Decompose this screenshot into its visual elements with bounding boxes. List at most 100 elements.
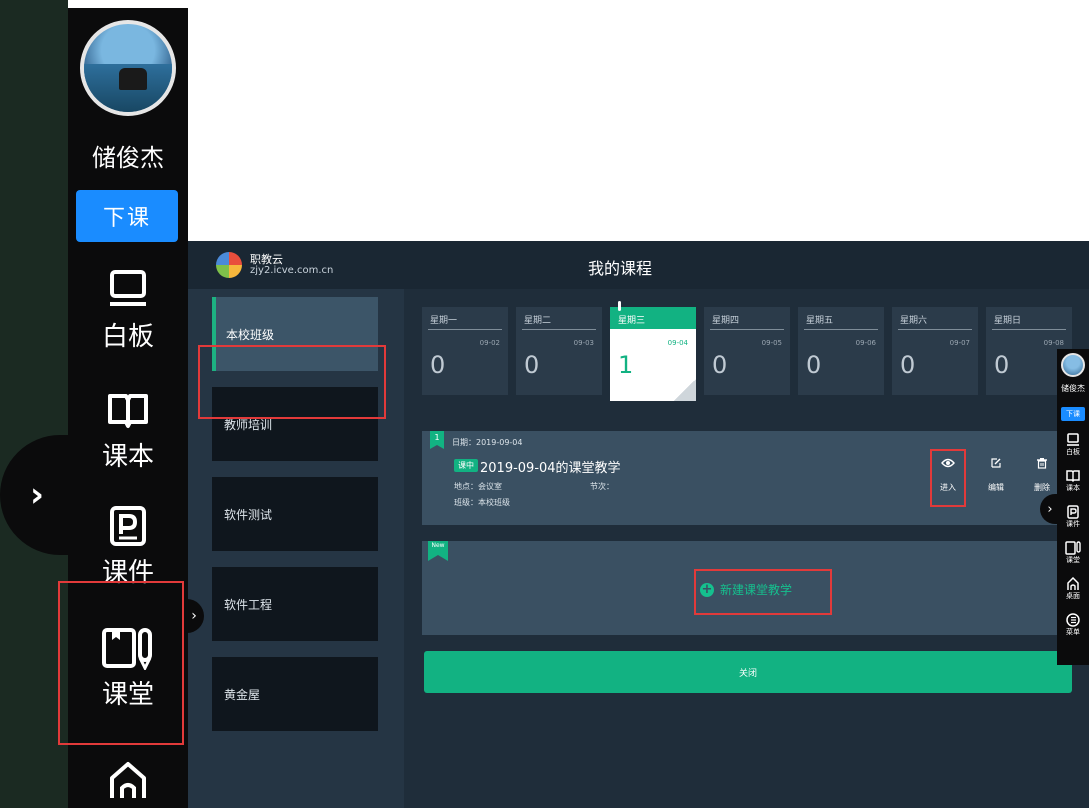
- day-divider: [898, 329, 972, 330]
- day-date: 09-05: [761, 339, 782, 347]
- edit-label: 编辑: [988, 483, 1004, 492]
- mini-tool-label: 菜单: [1066, 628, 1080, 636]
- sidebar-item-software-engineering[interactable]: 软件工程: [212, 567, 378, 641]
- mini-tool-courseware[interactable]: 课件: [1057, 505, 1089, 529]
- tool-label: 课本: [101, 442, 154, 472]
- day-friday[interactable]: 星期五 09-06 0: [798, 307, 884, 395]
- chevron-right-icon: ›: [191, 608, 197, 624]
- sidebar-item-software-testing[interactable]: 软件测试: [212, 477, 378, 551]
- day-wednesday[interactable]: 星期三 09-04 1: [610, 301, 696, 401]
- tool-courseware[interactable]: 课件: [68, 504, 188, 589]
- day-name: 星期五: [806, 316, 834, 326]
- new-flag: New: [428, 541, 448, 561]
- delete-button[interactable]: 删除: [1025, 457, 1059, 494]
- day-count: 0: [524, 351, 540, 379]
- app-header: 职教云 zjy2.icve.com.cn 我的课程: [188, 241, 1089, 289]
- book-icon: [108, 394, 148, 428]
- page-curl: [674, 379, 696, 401]
- mini-avatar[interactable]: [1061, 353, 1085, 377]
- courseware-icon: [110, 506, 146, 546]
- day-name: 星期一: [430, 316, 458, 326]
- day-divider: [522, 329, 596, 330]
- day-thursday[interactable]: 星期四 09-05 0: [704, 307, 790, 395]
- mini-teaching-toolbar: 储俊杰 下课 白板 课本 课件 课堂 桌面 菜单: [1057, 349, 1089, 665]
- highlight-local-class: [198, 345, 386, 419]
- day-count: 0: [430, 351, 446, 379]
- mini-tool-label: 课堂: [1066, 556, 1080, 564]
- calendar-pin-icon: [618, 301, 621, 311]
- mini-tool-classroom[interactable]: 课堂: [1057, 541, 1089, 565]
- mini-tool-label: 桌面: [1066, 592, 1080, 600]
- delete-label: 删除: [1034, 483, 1050, 492]
- whiteboard-icon: [1067, 433, 1079, 446]
- day-name: 星期六: [900, 316, 928, 326]
- tool-textbook[interactable]: 课本: [68, 388, 188, 473]
- page-title: 我的课程: [588, 259, 653, 278]
- new-lesson-card: New + 新建课堂教学: [422, 541, 1074, 635]
- day-date: 09-07: [949, 339, 970, 347]
- avatar[interactable]: [80, 20, 176, 116]
- tool-home[interactable]: [68, 758, 188, 802]
- day-count: 1: [618, 351, 634, 379]
- app-window: 职教云 zjy2.icve.com.cn 我的课程 本校班级 教师培训 软件测试…: [184, 241, 1089, 808]
- edit-icon: [991, 458, 1001, 468]
- menu-icon: [1066, 613, 1080, 627]
- day-divider: [710, 329, 784, 330]
- home-icon: [1067, 577, 1079, 590]
- mini-tool-whiteboard[interactable]: 白板: [1057, 433, 1089, 457]
- sidebar-item-golden-house[interactable]: 黄金屋: [212, 657, 378, 731]
- day-count: 0: [994, 351, 1010, 379]
- day-divider: [992, 329, 1066, 330]
- day-date: 09-08: [1043, 339, 1064, 347]
- lesson-period: 节次：: [590, 482, 614, 491]
- logo-url: zjy2.icve.com.cn: [250, 265, 334, 276]
- home-icon: [110, 762, 146, 798]
- course-content: 星期一 09-02 0 星期二 09-03 0 星期三 09-04 1 星期四: [404, 289, 1089, 808]
- sidebar-collapse-button[interactable]: ›: [184, 599, 204, 633]
- mini-tool-label: 课件: [1066, 520, 1080, 528]
- screen: 储俊杰 下课 白板 课本 课件 课堂 › 职教云 zjy2.icve.com.c…: [0, 0, 1089, 808]
- day-name: 星期日: [994, 316, 1022, 326]
- edit-button[interactable]: 编辑: [979, 457, 1013, 494]
- classroom-icon: [1065, 541, 1081, 555]
- day-date: 09-02: [479, 339, 500, 347]
- day-saturday[interactable]: 星期六 09-07 0: [892, 307, 978, 395]
- mini-tool-label: 白板: [1066, 448, 1080, 456]
- day-date: 09-06: [855, 339, 876, 347]
- user-name: 储俊杰: [92, 144, 164, 172]
- tool-whiteboard[interactable]: 白板: [68, 268, 188, 353]
- chevron-right-icon: ›: [1047, 501, 1053, 517]
- day-name: 星期三: [618, 316, 646, 326]
- end-class-button[interactable]: 下课: [76, 190, 178, 242]
- chevron-right-icon: ›: [30, 475, 45, 515]
- lesson-location: 地点：会议室: [454, 482, 502, 491]
- book-icon: [1066, 470, 1080, 483]
- courseware-icon: [1067, 505, 1079, 519]
- day-divider: [804, 329, 878, 330]
- lesson-class: 班级：本校班级: [454, 498, 510, 507]
- day-monday[interactable]: 星期一 09-02 0: [422, 307, 508, 395]
- mini-tool-menu[interactable]: 菜单: [1057, 613, 1089, 637]
- close-button[interactable]: 关闭: [424, 651, 1072, 693]
- day-tuesday[interactable]: 星期二 09-03 0: [516, 307, 602, 395]
- day-date: 09-04: [667, 339, 688, 347]
- mini-tool-label: 课本: [1066, 484, 1080, 492]
- day-divider: [428, 329, 502, 330]
- status-badge: 课中: [454, 459, 478, 472]
- mini-user-name: 储俊杰: [1061, 384, 1085, 393]
- lesson-title: 2019-09-04的课堂教学: [480, 461, 621, 476]
- highlight-new-lesson: [694, 569, 832, 615]
- trash-icon: [1037, 458, 1047, 469]
- mini-tool-textbook[interactable]: 课本: [1057, 469, 1089, 493]
- day-count: 0: [712, 351, 728, 379]
- tool-label: 白板: [101, 322, 154, 352]
- class-sidebar: 本校班级 教师培训 软件测试 软件工程 黄金屋 ›: [184, 289, 404, 808]
- lesson-date: 日期：2019-09-04: [452, 438, 523, 447]
- zhijiaoyun-logo: [216, 252, 242, 278]
- whiteboard-icon: [110, 270, 146, 306]
- lesson-flag: 1: [430, 431, 444, 449]
- highlight-enter: [930, 449, 966, 507]
- mini-end-class-button[interactable]: 下课: [1061, 407, 1085, 421]
- mini-tool-desktop[interactable]: 桌面: [1057, 577, 1089, 601]
- highlight-classroom-tool: [58, 581, 184, 745]
